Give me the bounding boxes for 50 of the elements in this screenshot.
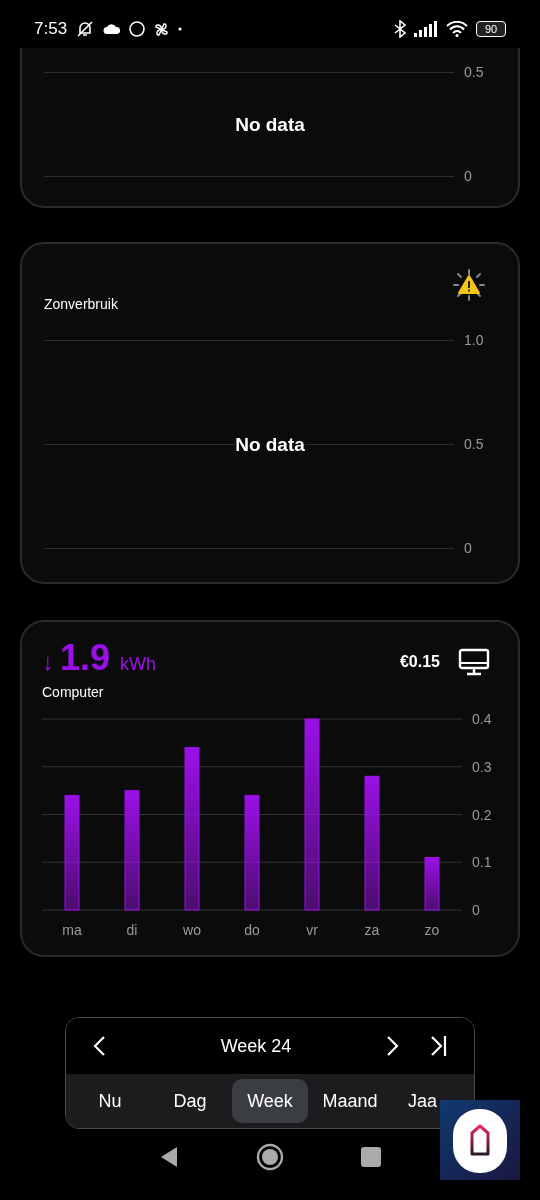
axis-label: 1.0 xyxy=(464,331,485,350)
direction-arrow: ↓ xyxy=(42,647,54,677)
axis-label: 0 xyxy=(464,167,473,186)
recents-icon[interactable] xyxy=(361,1147,382,1167)
axis-label: ma xyxy=(62,922,82,938)
status-time: 7:53 xyxy=(34,18,68,41)
axis-label: 0.5 xyxy=(464,63,485,82)
energy-value: 1.9 xyxy=(60,640,111,676)
dot-icon xyxy=(178,27,183,31)
last-button[interactable] xyxy=(430,1035,448,1057)
skip-to-end-icon xyxy=(430,1035,448,1057)
axis-label: do xyxy=(244,922,260,938)
next-button[interactable] xyxy=(386,1035,400,1057)
pinwheel-icon xyxy=(153,20,171,38)
axis-label: vr xyxy=(306,922,318,938)
axis-label: 0.4 xyxy=(472,711,492,727)
card-title: Zonverbruik xyxy=(44,295,118,314)
cloud-icon xyxy=(103,23,122,35)
axis-label: 0 xyxy=(464,539,473,558)
axis-label: za xyxy=(364,922,380,938)
axis-label: 0.1 xyxy=(472,854,492,871)
axis-label: 0.2 xyxy=(472,806,492,823)
axis-label: zo xyxy=(424,922,440,938)
period-tab[interactable]: Week xyxy=(232,1079,308,1123)
chevron-right-icon xyxy=(386,1035,400,1057)
previous-button[interactable] xyxy=(92,1035,106,1057)
period-tab[interactable]: Jaa xyxy=(408,1079,438,1123)
axis-label: 0 xyxy=(472,902,480,918)
energy-unit: kWh xyxy=(120,653,157,676)
wifi-icon xyxy=(446,21,468,37)
device-name: Computer xyxy=(42,683,105,702)
cost-value: €0.15 xyxy=(399,652,440,672)
signal-icon xyxy=(414,21,438,37)
battery-indicator: 90 xyxy=(476,21,506,37)
muted-bell-icon xyxy=(75,20,96,38)
monitor-icon xyxy=(458,648,490,676)
axis-label: 0.5 xyxy=(464,435,485,454)
axis-label: di xyxy=(126,922,138,938)
period-tab[interactable]: Maand xyxy=(312,1079,388,1123)
axis-label: 0.3 xyxy=(472,758,492,775)
circle-icon xyxy=(129,21,146,37)
bluetooth-icon xyxy=(394,20,406,38)
period-tab[interactable]: Dag xyxy=(152,1079,228,1123)
axis-label: wo xyxy=(183,922,201,938)
period-tab[interactable]: Nu xyxy=(72,1079,148,1123)
chevron-left-icon xyxy=(92,1035,106,1057)
app-logo-icon xyxy=(440,1100,520,1180)
home-icon[interactable] xyxy=(256,1143,284,1171)
period-label: Week 24 xyxy=(219,1034,293,1058)
bar xyxy=(424,857,440,911)
